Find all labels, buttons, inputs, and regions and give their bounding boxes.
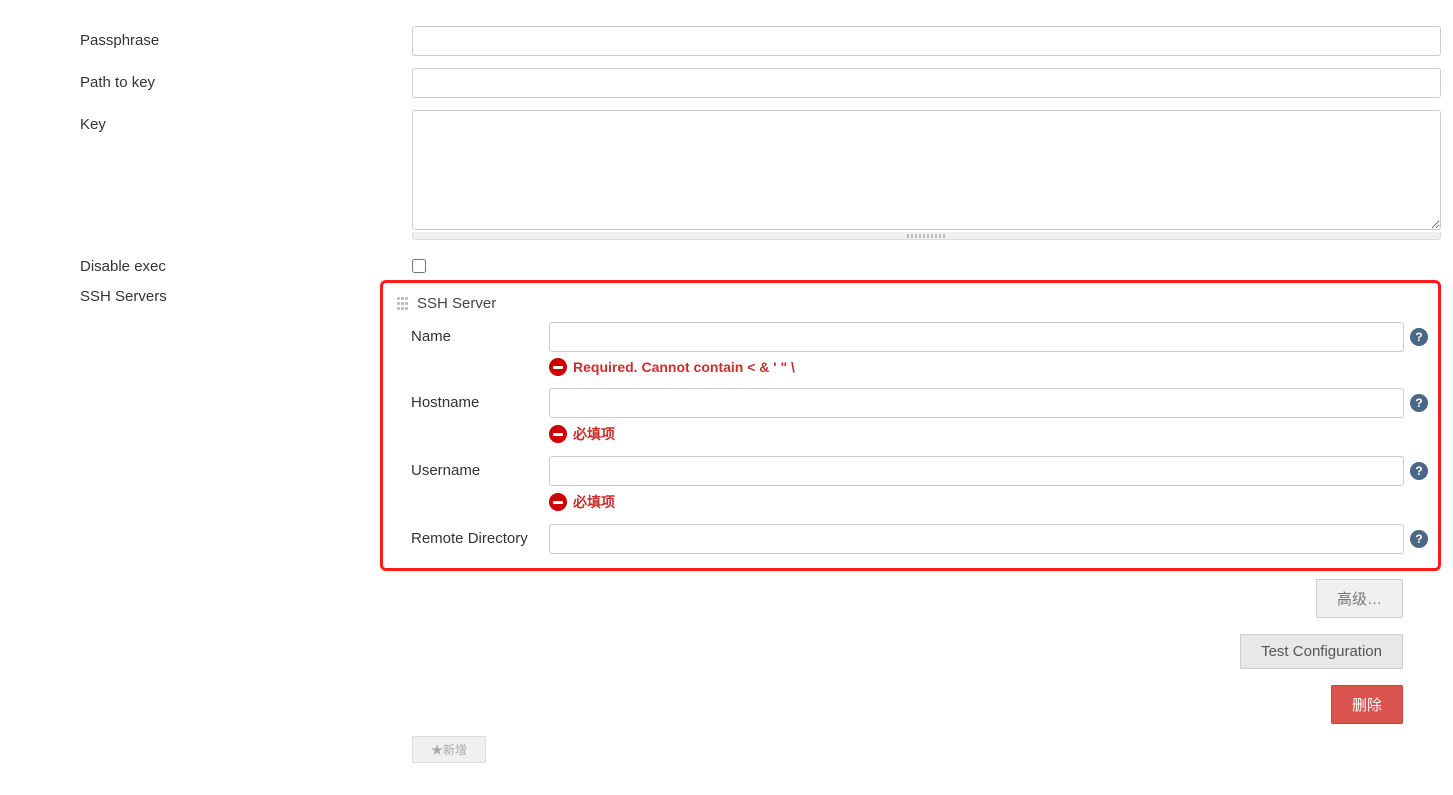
error-icon	[549, 493, 567, 511]
ssh-label-name: Name	[411, 322, 549, 345]
help-icon[interactable]: ?	[1410, 394, 1428, 412]
label-passphrase: Passphrase	[0, 26, 332, 49]
ssh-hostname-input[interactable]	[549, 388, 1404, 418]
disable-exec-checkbox[interactable]	[412, 259, 426, 273]
label-disable-exec: Disable exec	[0, 252, 332, 275]
label-key: Key	[0, 110, 332, 133]
ssh-username-input[interactable]	[549, 456, 1404, 486]
ssh-username-error-text: 必填项	[573, 492, 615, 512]
error-icon	[549, 425, 567, 443]
test-configuration-button[interactable]: Test Configuration	[1240, 634, 1403, 669]
help-icon[interactable]: ?	[1410, 462, 1428, 480]
ssh-name-error: Required. Cannot contain < & ' " \	[549, 352, 1428, 380]
ssh-label-username: Username	[411, 456, 549, 479]
ssh-username-error: 必填项	[549, 486, 1428, 516]
label-path-to-key: Path to key	[0, 68, 332, 91]
drag-handle-icon[interactable]	[397, 297, 411, 311]
row-key: Key	[0, 104, 1453, 246]
row-passphrase: Passphrase	[0, 20, 1453, 62]
delete-button[interactable]: 删除	[1331, 685, 1403, 724]
ssh-hostname-error: 必填项	[549, 418, 1428, 448]
row-ssh-servers: SSH Servers SSH Server Name ?	[0, 282, 1453, 732]
path-to-key-input[interactable]	[412, 68, 1441, 98]
row-disable-exec: Disable exec	[0, 246, 1453, 282]
ssh-server-highlight-box: SSH Server Name ? Required. Cannot conta…	[380, 280, 1441, 571]
key-textarea[interactable]	[412, 110, 1441, 230]
ssh-remote-directory-input[interactable]	[549, 524, 1404, 554]
ssh-server-header: SSH Server	[397, 291, 1428, 318]
row-path-to-key: Path to key	[0, 62, 1453, 104]
advanced-button[interactable]: 高级…	[1316, 579, 1403, 618]
ssh-row-username: Username ? 必填项	[411, 452, 1428, 520]
ssh-label-remote-directory: Remote Directory	[411, 524, 549, 547]
ssh-row-hostname: Hostname ? 必填项	[411, 384, 1428, 452]
ssh-name-input[interactable]	[549, 322, 1404, 352]
add-button[interactable]: ★新增	[412, 736, 486, 763]
label-ssh-servers: SSH Servers	[0, 282, 332, 305]
ssh-name-error-text: Required. Cannot contain < & ' " \	[573, 359, 795, 375]
ssh-row-remote-directory: Remote Directory ?	[411, 520, 1428, 558]
textarea-resize-grip[interactable]	[412, 232, 1441, 240]
help-icon[interactable]: ?	[1410, 530, 1428, 548]
error-icon	[549, 358, 567, 376]
help-icon[interactable]: ?	[1410, 328, 1428, 346]
ssh-hostname-error-text: 必填项	[573, 424, 615, 444]
ssh-row-name: Name ? Required. Cannot contain < & ' " …	[411, 318, 1428, 384]
ssh-server-title: SSH Server	[417, 295, 496, 312]
passphrase-input[interactable]	[412, 26, 1441, 56]
ssh-label-hostname: Hostname	[411, 388, 549, 411]
